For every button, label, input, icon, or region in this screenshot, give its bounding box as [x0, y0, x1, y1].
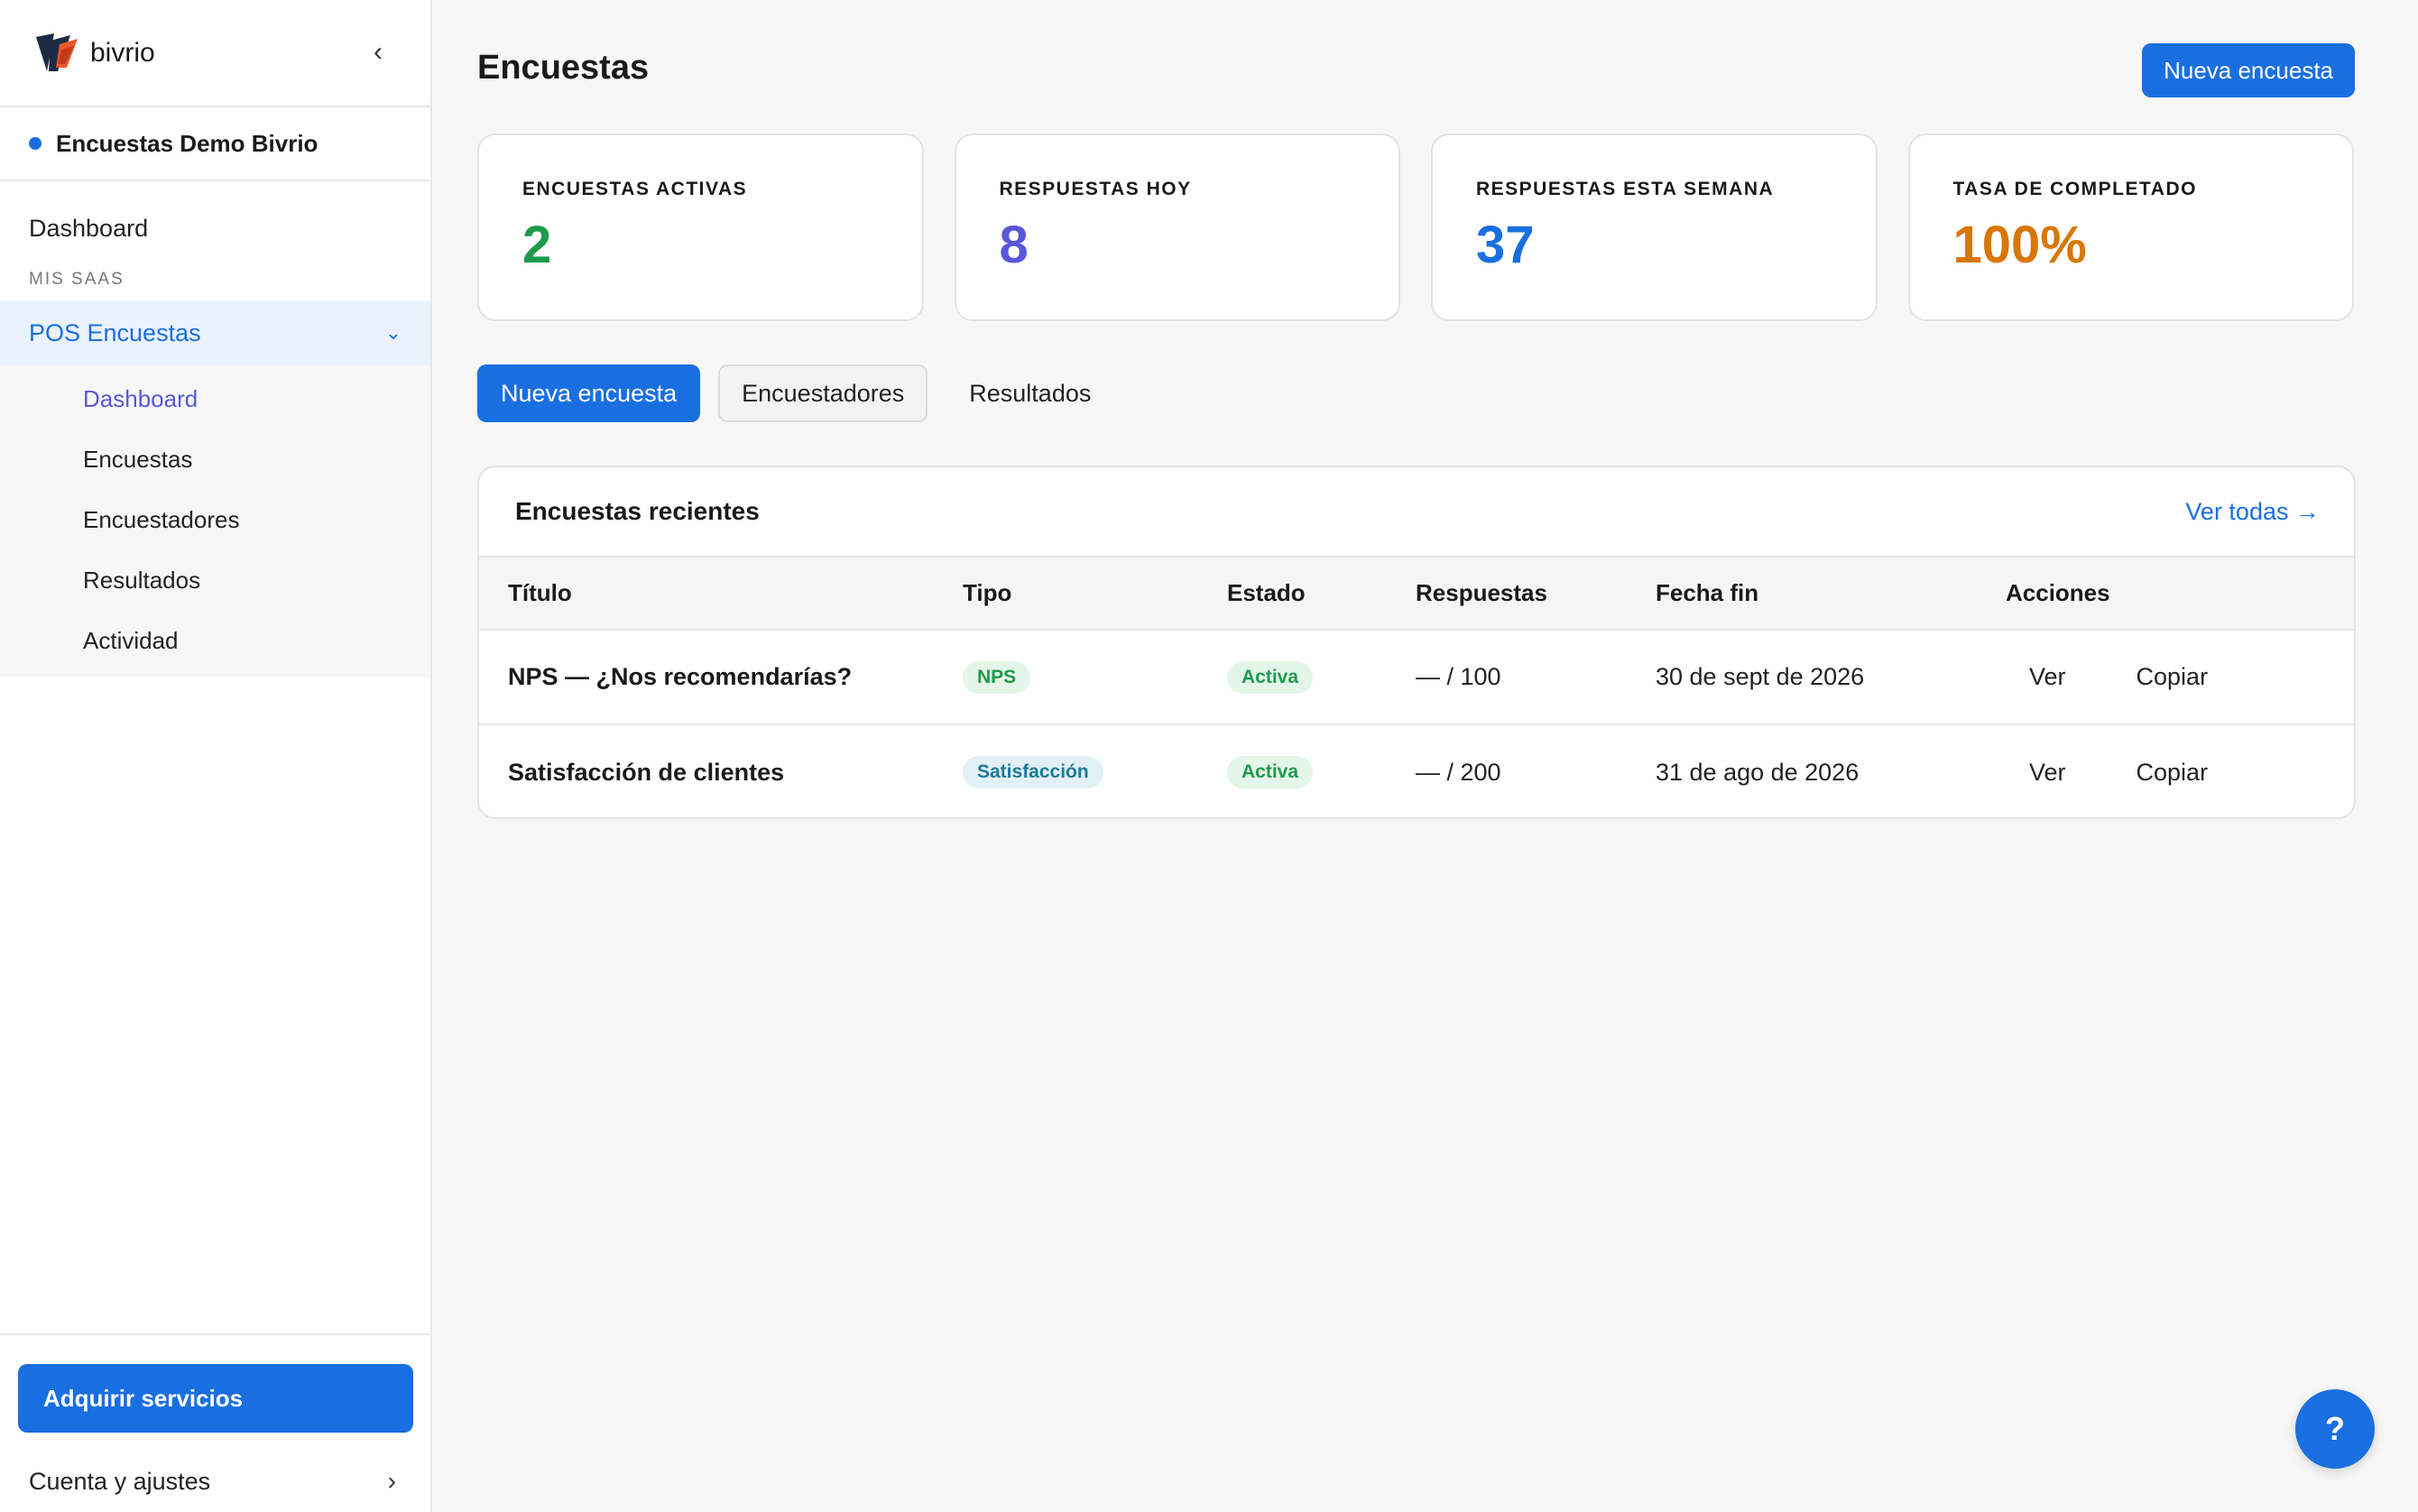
copy-button[interactable]: Copiar	[2137, 759, 2209, 787]
new-survey-button[interactable]: Nueva encuesta	[2142, 43, 2355, 97]
column-header-actions: Acciones	[2006, 579, 2110, 606]
survey-title[interactable]: NPS — ¿Nos recomendarías?	[508, 663, 852, 690]
recent-surveys-panel: Encuestas recientes Ver todas → Título T…	[477, 466, 2356, 819]
column-header-responses[interactable]: Respuestas	[1416, 558, 1656, 630]
collapse-sidebar-button[interactable]: ‹	[362, 36, 394, 69]
bivrio-logo-icon[interactable]	[34, 32, 83, 75]
stats-row: ENCUESTAS ACTIVAS 2 RESPUESTAS HOY 8 RES…	[477, 134, 2354, 321]
chevron-down-icon: ⌄	[384, 321, 401, 344]
status-badge: Activa	[1227, 660, 1314, 694]
stat-card-completion-rate: TASA DE COMPLETADO 100%	[1907, 134, 2354, 321]
type-badge: Satisfacción	[963, 756, 1103, 788]
table-header-row: Título Tipo Estado Respuestas Fecha fin …	[479, 558, 2354, 630]
panel-title: Encuestas recientes	[515, 497, 760, 525]
status-badge: Activa	[1227, 756, 1314, 788]
chevron-right-icon: ›	[387, 1467, 396, 1495]
acquire-services-button[interactable]: Adquirir servicios	[18, 1364, 413, 1433]
column-header-end-date[interactable]: Fecha fin	[1656, 558, 2006, 630]
chevron-left-icon: ‹	[374, 37, 383, 67]
column-header-title[interactable]: Título	[479, 558, 963, 630]
table-row[interactable]: Satisfacción de clientes Satisfacción Ac…	[479, 724, 2354, 817]
brand-header: bivrio ‹	[0, 0, 430, 107]
stat-card-responses-today: RESPUESTAS HOY 8	[954, 134, 1400, 321]
tab-new-survey[interactable]: Nueva encuesta	[477, 364, 701, 422]
type-badge: NPS	[963, 660, 1031, 694]
subnav-item-resultados[interactable]: Resultados	[0, 550, 430, 611]
sidebar-footer: Adquirir servicios Cuenta y ajustes ›	[0, 1333, 430, 1512]
stat-label: ENCUESTAS ACTIVAS	[522, 179, 748, 199]
tab-resultados[interactable]: Resultados	[946, 364, 1114, 422]
subnav-item-encuestas[interactable]: Encuestas	[0, 429, 430, 490]
main-content: Encuestas Nueva encuesta ENCUESTAS ACTIV…	[434, 0, 2418, 1512]
responses-count: — / 200	[1416, 758, 1501, 786]
stat-card-active-surveys: ENCUESTAS ACTIVAS 2	[477, 134, 924, 321]
stat-label: RESPUESTAS HOY	[999, 179, 1192, 199]
tab-encuestadores[interactable]: Encuestadores	[718, 364, 928, 422]
survey-title[interactable]: Satisfacción de clientes	[508, 759, 784, 786]
stat-value: 37	[1476, 216, 1535, 274]
help-button[interactable]: ?	[2295, 1389, 2375, 1469]
see-all-link[interactable]: Ver todas →	[2185, 498, 2320, 526]
workspace-selector[interactable]: Encuestas Demo Bivrio	[0, 107, 430, 181]
brand-name: bivrio	[90, 37, 155, 68]
table-row[interactable]: NPS — ¿Nos recomendarías? NPS Activa — /…	[479, 630, 2354, 724]
stat-value: 100%	[1952, 216, 2087, 274]
page-title: Encuestas	[477, 49, 650, 87]
subnav-item-encuestadores[interactable]: Encuestadores	[0, 490, 430, 550]
sidebar: bivrio ‹ Encuestas Demo Bivrio Dashboard…	[0, 0, 432, 1512]
subnav-item-dashboard[interactable]: Dashboard	[0, 369, 430, 429]
workspace-dot-icon	[29, 137, 42, 150]
view-button[interactable]: Ver	[2029, 759, 2066, 787]
responses-count: — / 100	[1416, 663, 1501, 690]
account-settings-link[interactable]: Cuenta y ajustes ›	[0, 1454, 430, 1508]
view-button[interactable]: Ver	[2029, 663, 2066, 691]
stat-label: TASA DE COMPLETADO	[1952, 179, 2197, 199]
account-settings-label: Cuenta y ajustes	[29, 1467, 211, 1495]
subnav: Dashboard Encuestas Encuestadores Result…	[0, 365, 430, 677]
sidebar-item-dashboard[interactable]: Dashboard	[0, 199, 430, 257]
end-date: 30 de sept de 2026	[1656, 663, 1865, 690]
workspace-name: Encuestas Demo Bivrio	[56, 129, 318, 157]
sidebar-group-label: POS Encuestas	[29, 318, 201, 346]
quick-actions-tabs: Nueva encuesta Encuestadores Resultados	[477, 364, 1114, 422]
panel-header: Encuestas recientes Ver todas →	[479, 467, 2354, 558]
sidebar-nav: Dashboard MIS SAAS POS Encuestas ⌄ Dashb…	[0, 181, 430, 677]
column-header-state[interactable]: Estado	[1227, 558, 1416, 630]
end-date: 31 de ago de 2026	[1656, 758, 1860, 786]
stat-card-responses-week: RESPUESTAS ESTA SEMANA 37	[1431, 134, 1878, 321]
column-header-type[interactable]: Tipo	[963, 558, 1227, 630]
subnav-item-actividad[interactable]: Actividad	[0, 611, 430, 671]
nav-section-label: MIS SAAS	[29, 270, 125, 289]
stat-label: RESPUESTAS ESTA SEMANA	[1476, 179, 1775, 199]
stat-value: 8	[999, 216, 1029, 274]
stat-value: 2	[522, 216, 552, 274]
copy-button[interactable]: Copiar	[2137, 663, 2209, 691]
recent-surveys-table: Título Tipo Estado Respuestas Fecha fin …	[479, 558, 2354, 817]
sidebar-group-pos-encuestas[interactable]: POS Encuestas ⌄	[0, 300, 430, 365]
